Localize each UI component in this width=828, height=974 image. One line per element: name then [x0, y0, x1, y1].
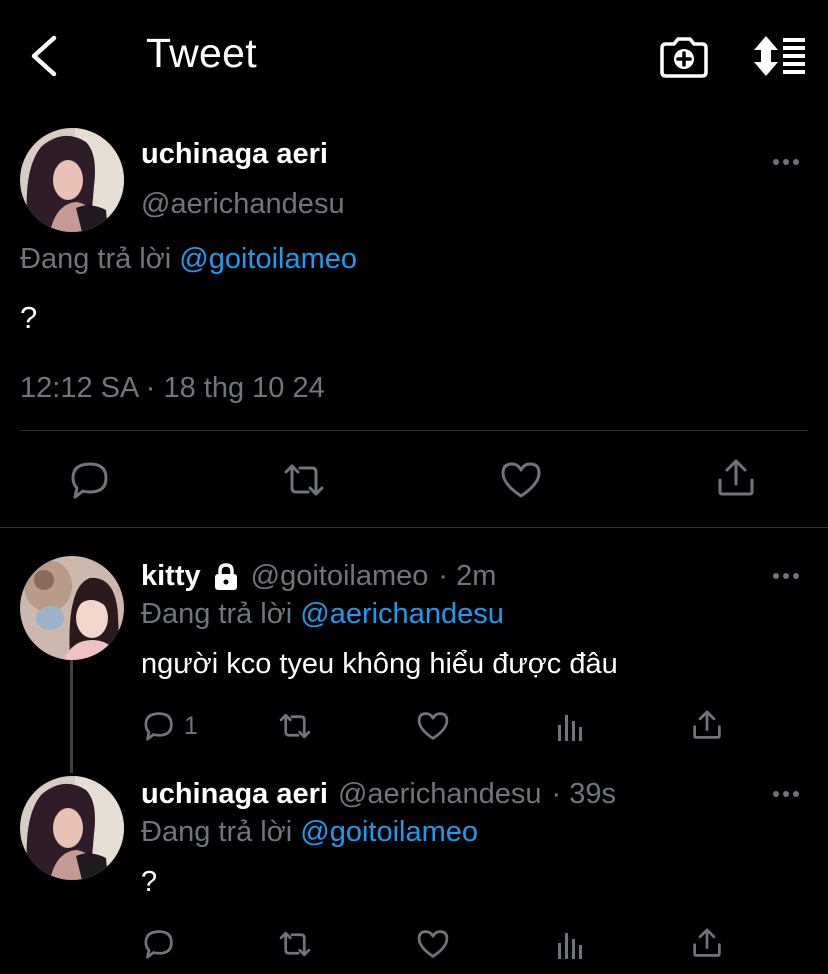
replying-to: Đang trả lời @goitoilameo	[141, 816, 478, 849]
replying-to-handle[interactable]: @aerichandesu	[300, 598, 504, 630]
author-name[interactable]: uchinaga aeri	[141, 138, 328, 171]
author-handle[interactable]: @aerichandesu	[338, 778, 542, 811]
more-button[interactable]	[772, 152, 800, 172]
sort-button[interactable]	[752, 34, 808, 78]
tweet-timestamp: 12:12 SA · 18 thg 10 24	[20, 372, 325, 404]
avatar-image	[20, 776, 124, 880]
page-title: Tweet	[146, 30, 257, 76]
author-name[interactable]: uchinaga aeri	[141, 778, 328, 811]
reply-button[interactable]	[142, 927, 176, 961]
like-button[interactable]	[416, 709, 450, 743]
reply-header: kitty @goitoilameo · 2m	[141, 560, 496, 593]
analytics-button[interactable]	[554, 927, 588, 961]
chevron-left-icon	[31, 35, 57, 77]
replying-to-label: Đang trả lời	[20, 243, 172, 275]
avatar[interactable]	[20, 128, 124, 232]
tweet-text: ?	[20, 300, 38, 335]
like-button[interactable]	[499, 458, 543, 502]
analytics-icon	[558, 933, 582, 959]
heart-icon	[501, 462, 541, 498]
avatar[interactable]	[20, 776, 124, 880]
analytics-icon	[558, 715, 582, 741]
replying-to: Đang trả lời @goitoilameo	[20, 243, 357, 276]
author-name[interactable]: kitty	[141, 560, 201, 593]
camera-button[interactable]	[660, 36, 708, 78]
like-button[interactable]	[416, 927, 450, 961]
avatar-image	[20, 556, 124, 660]
more-horizontal-icon	[773, 791, 799, 797]
retweet-button[interactable]	[278, 927, 312, 961]
more-button[interactable]	[772, 566, 800, 586]
reply-button[interactable]	[68, 458, 112, 502]
share-button[interactable]	[690, 926, 724, 960]
avatar[interactable]	[20, 556, 124, 660]
heart-icon	[417, 712, 449, 740]
retweet-icon	[279, 713, 311, 739]
reply-time: · 2m	[438, 560, 497, 592]
avatar-image	[20, 128, 124, 232]
replying-to-label: Đang trả lời	[141, 598, 293, 630]
share-icon	[693, 928, 721, 957]
more-horizontal-icon	[773, 573, 799, 579]
replying-to: Đang trả lời @aerichandesu	[141, 598, 504, 631]
share-icon	[693, 710, 721, 739]
reply-text: ?	[141, 866, 158, 898]
reply-icon	[144, 712, 173, 741]
heart-icon	[417, 930, 449, 958]
replying-to-handle[interactable]: @goitoilameo	[300, 816, 478, 848]
author-handle[interactable]: @goitoilameo	[251, 560, 429, 593]
section-divider	[0, 527, 828, 528]
back-button[interactable]	[26, 34, 66, 78]
analytics-button[interactable]	[554, 709, 588, 743]
retweet-icon	[284, 464, 324, 496]
more-horizontal-icon	[773, 159, 799, 165]
lock-icon	[214, 562, 237, 590]
reply-icon	[144, 930, 173, 959]
camera-plus-icon	[660, 37, 708, 78]
sort-icon	[754, 36, 805, 76]
more-button[interactable]	[772, 784, 800, 804]
reply-time: · 39s	[551, 778, 617, 810]
share-button[interactable]	[690, 708, 724, 742]
share-icon	[718, 459, 754, 496]
replying-to-handle[interactable]: @goitoilameo	[179, 243, 357, 275]
reply-header: uchinaga aeri @aerichandesu · 39s	[141, 778, 616, 811]
author-handle[interactable]: @aerichandesu	[141, 188, 345, 221]
retweet-button[interactable]	[278, 709, 312, 743]
reply-text: người kco tyeu không hiểu được đâu	[141, 648, 618, 680]
reply-count: 1	[184, 711, 198, 740]
share-button[interactable]	[714, 456, 758, 500]
retweet-icon	[279, 931, 311, 957]
reply-icon	[71, 462, 108, 499]
divider	[20, 430, 808, 431]
thread-line	[70, 660, 73, 773]
replying-to-label: Đang trả lời	[141, 816, 293, 848]
retweet-button[interactable]	[282, 458, 326, 502]
reply-button[interactable]: 1	[142, 709, 198, 743]
